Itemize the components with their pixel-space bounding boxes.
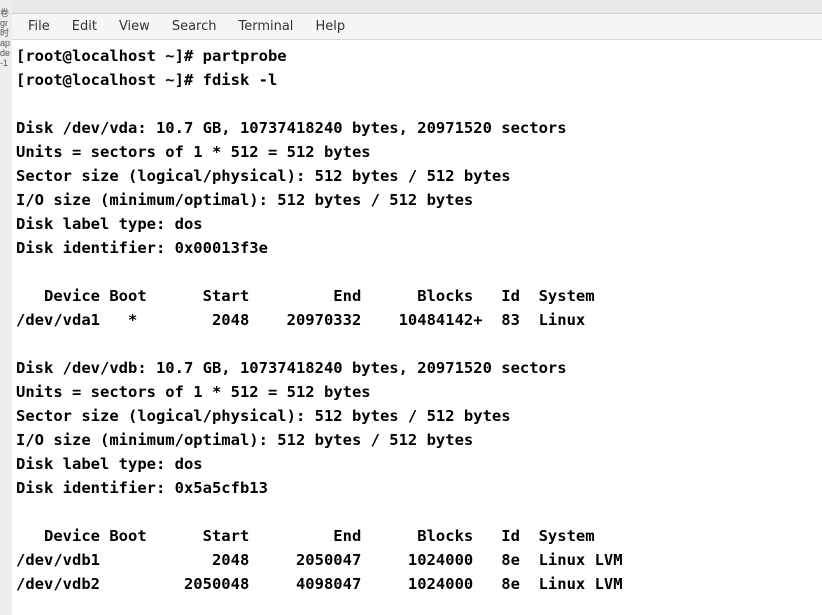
terminal-line: Disk label type: dos (16, 215, 203, 233)
terminal-line: Disk /dev/vda: 10.7 GB, 10737418240 byte… (16, 119, 567, 137)
menu-edit[interactable]: Edit (62, 16, 107, 37)
desktop-left-edge: 卷 gr 时 ap de -1 (0, 0, 12, 615)
partition-table-row: /dev/vdb1 2048 2050047 1024000 8e Linux … (16, 551, 623, 569)
terminal-window: File Edit View Search Terminal Help [roo… (12, 0, 822, 615)
partition-table-row: /dev/vda1 * 2048 20970332 10484142+ 83 L… (16, 311, 585, 329)
menu-file[interactable]: File (18, 16, 60, 37)
menubar: File Edit View Search Terminal Help (12, 14, 822, 40)
terminal-line: Units = sectors of 1 * 512 = 512 bytes (16, 383, 371, 401)
terminal-line: Disk identifier: 0x00013f3e (16, 239, 268, 257)
terminal-line: Sector size (logical/physical): 512 byte… (16, 407, 511, 425)
terminal-line: Sector size (logical/physical): 512 byte… (16, 167, 511, 185)
menu-search[interactable]: Search (162, 16, 227, 37)
menu-terminal[interactable]: Terminal (228, 16, 303, 37)
menu-help[interactable]: Help (305, 16, 355, 37)
terminal-line: Disk identifier: 0x5a5cfb13 (16, 479, 268, 497)
terminal-line: Disk /dev/vdb: 10.7 GB, 10737418240 byte… (16, 359, 567, 377)
partition-table-header: Device Boot Start End Blocks Id System (16, 287, 595, 305)
partition-table-header: Device Boot Start End Blocks Id System (16, 527, 595, 545)
terminal-line: I/O size (minimum/optimal): 512 bytes / … (16, 191, 473, 209)
window-titlebar[interactable] (12, 0, 822, 14)
terminal-output[interactable]: [root@localhost ~]# partprobe [root@loca… (12, 40, 822, 615)
terminal-line: I/O size (minimum/optimal): 512 bytes / … (16, 431, 473, 449)
partition-table-row: /dev/vdb2 2050048 4098047 1024000 8e Lin… (16, 575, 623, 593)
terminal-line: Units = sectors of 1 * 512 = 512 bytes (16, 143, 371, 161)
menu-view[interactable]: View (109, 16, 160, 37)
terminal-line: [root@localhost ~]# fdisk -l (16, 71, 277, 89)
terminal-line: [root@localhost ~]# partprobe (16, 47, 287, 65)
terminal-line: Disk label type: dos (16, 455, 203, 473)
